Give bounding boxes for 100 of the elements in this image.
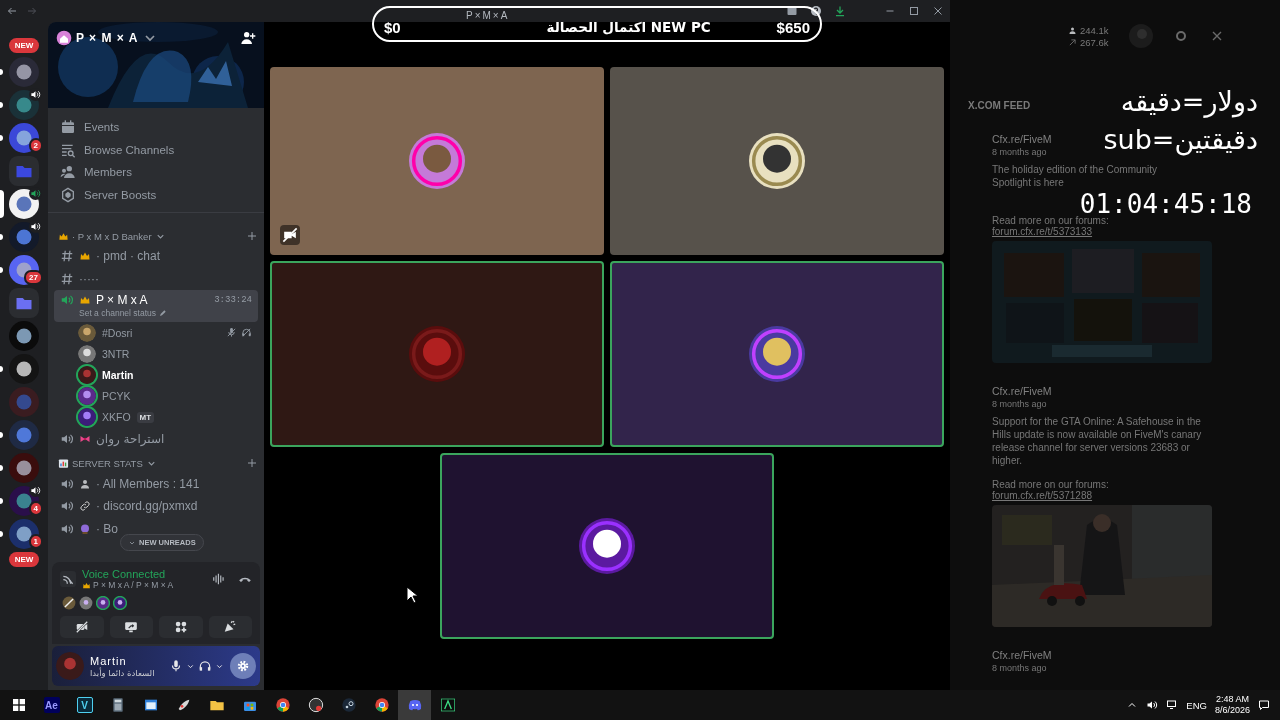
channel-status: Set a channel status bbox=[79, 308, 157, 318]
hash-icon bbox=[60, 249, 74, 264]
category-name[interactable]: · P x M x D Banker bbox=[72, 230, 152, 242]
language-indicator[interactable]: ENG bbox=[1186, 699, 1207, 711]
volume-icon[interactable] bbox=[1146, 699, 1159, 711]
overlay-text: sub=دقيقتين bbox=[1103, 123, 1258, 158]
new-badge: NEW bbox=[8, 38, 40, 53]
network-icon[interactable] bbox=[1166, 699, 1179, 711]
orb-icon bbox=[79, 522, 91, 535]
headphones-muted-icon bbox=[241, 327, 252, 339]
post-text: Read more on our forums: bbox=[992, 479, 1110, 490]
discord-icon[interactable] bbox=[406, 697, 423, 713]
voice-channel[interactable]: · discord.gg/pxmxd bbox=[54, 494, 258, 518]
activities-button[interactable] bbox=[159, 616, 203, 638]
maximize-icon[interactable] bbox=[908, 5, 920, 17]
post-link[interactable]: forum.cfx.re/t/5371288 bbox=[992, 490, 1214, 501]
server-icon[interactable] bbox=[9, 518, 39, 549]
text-channel[interactable]: ····· bbox=[54, 267, 258, 290]
clock[interactable]: 2:48 AM 8/6/2026 bbox=[1214, 694, 1250, 716]
view-count: 267.6k bbox=[1080, 36, 1109, 48]
goal-amount: $650 bbox=[776, 18, 810, 36]
post-link[interactable]: forum.cfx.re/t/5373133 bbox=[992, 226, 1214, 237]
terminal-icon[interactable] bbox=[439, 697, 456, 713]
server-icon[interactable] bbox=[9, 320, 39, 351]
steam-icon[interactable] bbox=[340, 697, 357, 713]
back-arrow-icon[interactable] bbox=[6, 5, 18, 17]
close-icon[interactable] bbox=[932, 5, 944, 17]
channel-name: P × M x A bbox=[96, 293, 148, 307]
window-icon[interactable] bbox=[142, 697, 159, 713]
microphone-icon[interactable] bbox=[169, 659, 183, 673]
add-channel-icon[interactable] bbox=[246, 230, 258, 242]
download-icon[interactable] bbox=[834, 5, 846, 17]
avatar bbox=[748, 326, 805, 382]
connection-status: Voice Connected bbox=[82, 568, 167, 580]
overlay-text: دولار=دقيقه bbox=[1120, 85, 1258, 120]
avatar bbox=[748, 133, 805, 189]
chrome-icon[interactable] bbox=[373, 697, 390, 713]
server-icon[interactable] bbox=[9, 353, 39, 384]
activities-icon bbox=[173, 620, 188, 634]
headphones-icon[interactable] bbox=[198, 659, 212, 673]
settings-button[interactable] bbox=[230, 653, 256, 679]
server-icon[interactable] bbox=[9, 56, 39, 87]
user-status: السعادة دائما وأبدا bbox=[90, 667, 155, 678]
video-tile[interactable] bbox=[269, 261, 604, 447]
post-time: 8 months ago bbox=[992, 663, 1048, 673]
voice-location[interactable]: P × M x A / P × M × A bbox=[93, 580, 174, 590]
video-tile[interactable] bbox=[609, 261, 944, 447]
crown-icon bbox=[82, 580, 91, 590]
home-badge-icon bbox=[56, 30, 72, 46]
voice-channel[interactable]: P × M x A 3:33:24 Set a channel status bbox=[54, 290, 258, 322]
menu-item[interactable]: Events bbox=[56, 116, 256, 139]
avatar bbox=[578, 518, 635, 574]
menu-item[interactable]: Server Boosts bbox=[56, 183, 256, 206]
waveform-icon[interactable] bbox=[212, 572, 226, 586]
menu-item[interactable]: Browse Channels bbox=[56, 138, 256, 161]
new-badge: NEW bbox=[8, 552, 40, 567]
text-channel[interactable]: · pmd · chat bbox=[54, 245, 258, 268]
member-name: Martin bbox=[102, 368, 134, 381]
video-tile[interactable] bbox=[269, 67, 604, 255]
video-tile[interactable] bbox=[439, 453, 774, 639]
video-tile[interactable] bbox=[609, 67, 944, 255]
boost-icon bbox=[60, 186, 76, 203]
crown-icon bbox=[58, 230, 69, 242]
chrome-icon[interactable] bbox=[274, 697, 291, 713]
feed-title: X.COM FEED bbox=[968, 100, 1032, 111]
add-channel-icon[interactable] bbox=[246, 457, 258, 470]
after-effects-icon[interactable]: Ae bbox=[43, 697, 60, 713]
signal-icon bbox=[60, 571, 76, 587]
member-name: #Dosri bbox=[102, 326, 133, 339]
help-icon[interactable] bbox=[810, 5, 822, 17]
goal-amount: $0 bbox=[384, 18, 401, 36]
server-name[interactable]: P × M × A bbox=[76, 31, 139, 45]
editor-icon[interactable]: V bbox=[76, 697, 93, 713]
person-icon bbox=[79, 477, 91, 490]
category-name[interactable]: SERVER STATS bbox=[72, 457, 143, 469]
screen-share-button[interactable] bbox=[109, 616, 153, 638]
post-author[interactable]: Cfx.re/FiveM bbox=[992, 649, 1214, 661]
avatar bbox=[408, 133, 465, 189]
obs-icon[interactable] bbox=[307, 697, 324, 713]
voice-channel[interactable]: · All Members : 141 bbox=[54, 472, 258, 495]
member-name: XKFO bbox=[102, 411, 131, 424]
hash-icon bbox=[60, 271, 74, 286]
voice-channel[interactable]: استراحة روان bbox=[54, 427, 258, 451]
notification-icon[interactable] bbox=[1258, 699, 1270, 711]
camera-off-button[interactable] bbox=[60, 616, 104, 638]
inbox-icon[interactable] bbox=[786, 5, 798, 17]
post-author[interactable]: Cfx.re/FiveM bbox=[992, 385, 1214, 397]
member-name: 3NTR bbox=[102, 347, 130, 360]
avatar bbox=[56, 652, 84, 680]
windows-icon[interactable] bbox=[10, 697, 27, 713]
soundboard-button[interactable] bbox=[208, 616, 252, 638]
count-badge: 27 bbox=[24, 270, 43, 285]
people-icon bbox=[1068, 25, 1077, 35]
server-icon[interactable] bbox=[9, 122, 39, 153]
post-time: 8 months ago bbox=[992, 147, 1048, 157]
mic-muted-icon bbox=[226, 327, 237, 339]
invite-icon[interactable] bbox=[240, 30, 256, 46]
menu-item[interactable]: Members bbox=[56, 161, 256, 184]
post-text: Support for the GTA Online: A Safehouse in the Hills update is now available on FiveM's canary release channel for server versions 23683 or higher. bbox=[992, 415, 1203, 467]
member-tag: MT bbox=[136, 411, 155, 423]
